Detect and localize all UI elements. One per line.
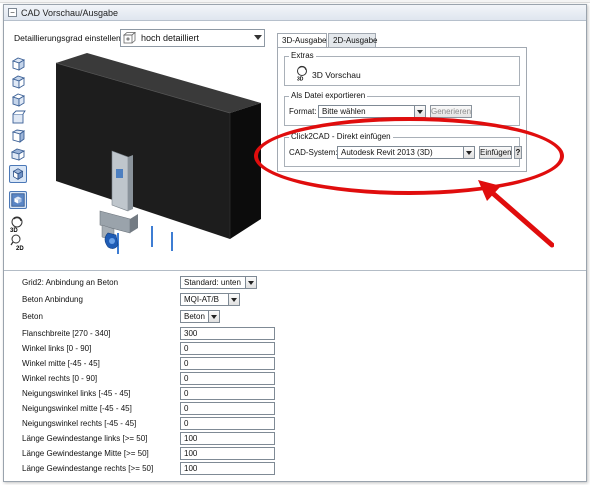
property-input[interactable]: 0 <box>180 342 275 355</box>
view-2d-icon[interactable]: 2D <box>9 233 27 251</box>
browser-top-strip <box>0 0 590 3</box>
property-label: Neigungswinkel rechts [-45 - 45] <box>22 419 137 428</box>
property-select[interactable]: Beton <box>180 310 220 323</box>
cube-iso3-icon[interactable] <box>9 145 27 163</box>
rotate-3d-icon[interactable]: 3D <box>9 215 27 233</box>
property-input[interactable]: 0 <box>180 357 275 370</box>
property-row: Länge Gewindestange links [>= 50] 100 <box>22 431 282 446</box>
property-input[interactable]: 0 <box>180 417 275 430</box>
property-row: Flanschbreite [270 - 340] 300 <box>22 326 282 341</box>
cube-iso-icon[interactable] <box>9 73 27 91</box>
property-select-value: Standard: unten <box>184 278 241 287</box>
property-input[interactable]: 0 <box>180 402 275 415</box>
property-label: Länge Gewindestange rechts [>= 50] <box>22 464 154 473</box>
extras-legend: Extras <box>289 51 316 60</box>
property-row: Beton Anbindung MQI-AT/B <box>22 292 282 307</box>
chevron-down-icon <box>228 293 240 306</box>
property-row: Winkel mitte [-45 - 45] 0 <box>22 356 282 371</box>
property-select-value: MQI-AT/B <box>184 295 219 304</box>
panel-title: CAD Vorschau/Ausgabe <box>21 8 119 18</box>
svg-text:2D: 2D <box>16 246 24 251</box>
chevron-down-icon <box>254 35 262 40</box>
property-select-value: Beton <box>184 312 205 321</box>
panel-titlebar: − CAD Vorschau/Ausgabe <box>4 5 586 21</box>
detail-level-value: hoch detailliert <box>141 33 200 43</box>
property-label: Neigungswinkel links [-45 - 45] <box>22 389 131 398</box>
property-row: Winkel links [0 - 90] 0 <box>22 341 282 356</box>
property-label: Länge Gewindestange links [>= 50] <box>22 434 148 443</box>
collapse-button[interactable]: − <box>8 8 17 17</box>
property-input[interactable]: 300 <box>180 327 275 340</box>
cad-3d-preview[interactable] <box>34 51 264 256</box>
cube-shaded-icon[interactable] <box>9 165 27 183</box>
property-input[interactable]: 100 <box>180 462 275 475</box>
cube-iso2-icon[interactable] <box>9 127 27 145</box>
svg-text:3D: 3D <box>297 77 304 82</box>
section-divider <box>4 270 586 271</box>
property-label: Beton Anbindung <box>22 295 83 304</box>
property-label: Länge Gewindestange Mitte [>= 50] <box>22 449 149 458</box>
generate-button[interactable]: Generieren <box>430 105 472 118</box>
annotation-arrow-icon <box>478 180 554 248</box>
property-input[interactable]: 100 <box>180 447 275 460</box>
property-label: Winkel mitte [-45 - 45] <box>22 359 100 368</box>
property-label: Neigungswinkel mitte [-45 - 45] <box>22 404 132 413</box>
cube-top-icon[interactable] <box>9 109 27 127</box>
cube-side-icon[interactable] <box>9 91 27 109</box>
property-row: Neigungswinkel links [-45 - 45] 0 <box>22 386 282 401</box>
preview-3d-link[interactable]: 3D Vorschau <box>312 70 361 80</box>
render-icon[interactable] <box>9 191 27 209</box>
cad-preview-panel: − CAD Vorschau/Ausgabe Detaillierungsgra… <box>3 4 587 482</box>
preview-3d-icon[interactable]: 3D <box>295 65 309 81</box>
property-row: Länge Gewindestange Mitte [>= 50] 100 <box>22 446 282 461</box>
property-label: Grid2: Anbindung an Beton <box>22 278 119 287</box>
detail-level-select[interactable]: hoch detailliert <box>120 29 265 47</box>
property-row: Länge Gewindestange rechts [>= 50] 100 <box>22 461 282 476</box>
chevron-down-icon <box>245 276 257 289</box>
property-row: Grid2: Anbindung an Beton Standard: unte… <box>22 275 282 290</box>
property-row: Beton Beton <box>22 309 282 324</box>
cube-front-icon[interactable] <box>9 55 27 73</box>
property-label: Winkel rechts [0 - 90] <box>22 374 98 383</box>
property-label: Winkel links [0 - 90] <box>22 344 92 353</box>
property-row: Neigungswinkel rechts [-45 - 45] 0 <box>22 416 282 431</box>
detail-level-icon <box>123 32 136 44</box>
property-select[interactable]: MQI-AT/B <box>180 293 240 306</box>
property-input[interactable]: 0 <box>180 387 275 400</box>
tab-2d-output[interactable]: 2D-Ausgabe <box>328 33 377 47</box>
format-label: Format: <box>289 107 317 116</box>
extras-fieldset: Extras 3D 3D Vorschau <box>284 51 520 86</box>
property-select[interactable]: Standard: unten <box>180 276 257 289</box>
property-label: Flanschbreite [270 - 340] <box>22 329 111 338</box>
property-row: Winkel rechts [0 - 90] 0 <box>22 371 282 386</box>
export-legend: Als Datei exportieren <box>289 91 368 100</box>
detail-level-label: Detaillierungsgrad einstellen <box>14 33 121 43</box>
tab-3d-output[interactable]: 3D-Ausgabe <box>277 33 327 48</box>
chevron-down-icon <box>208 310 220 323</box>
format-select-value: Bitte wählen <box>322 107 366 116</box>
property-row: Neigungswinkel mitte [-45 - 45] 0 <box>22 401 282 416</box>
property-input[interactable]: 100 <box>180 432 275 445</box>
property-input[interactable]: 0 <box>180 372 275 385</box>
property-label: Beton <box>22 312 43 321</box>
